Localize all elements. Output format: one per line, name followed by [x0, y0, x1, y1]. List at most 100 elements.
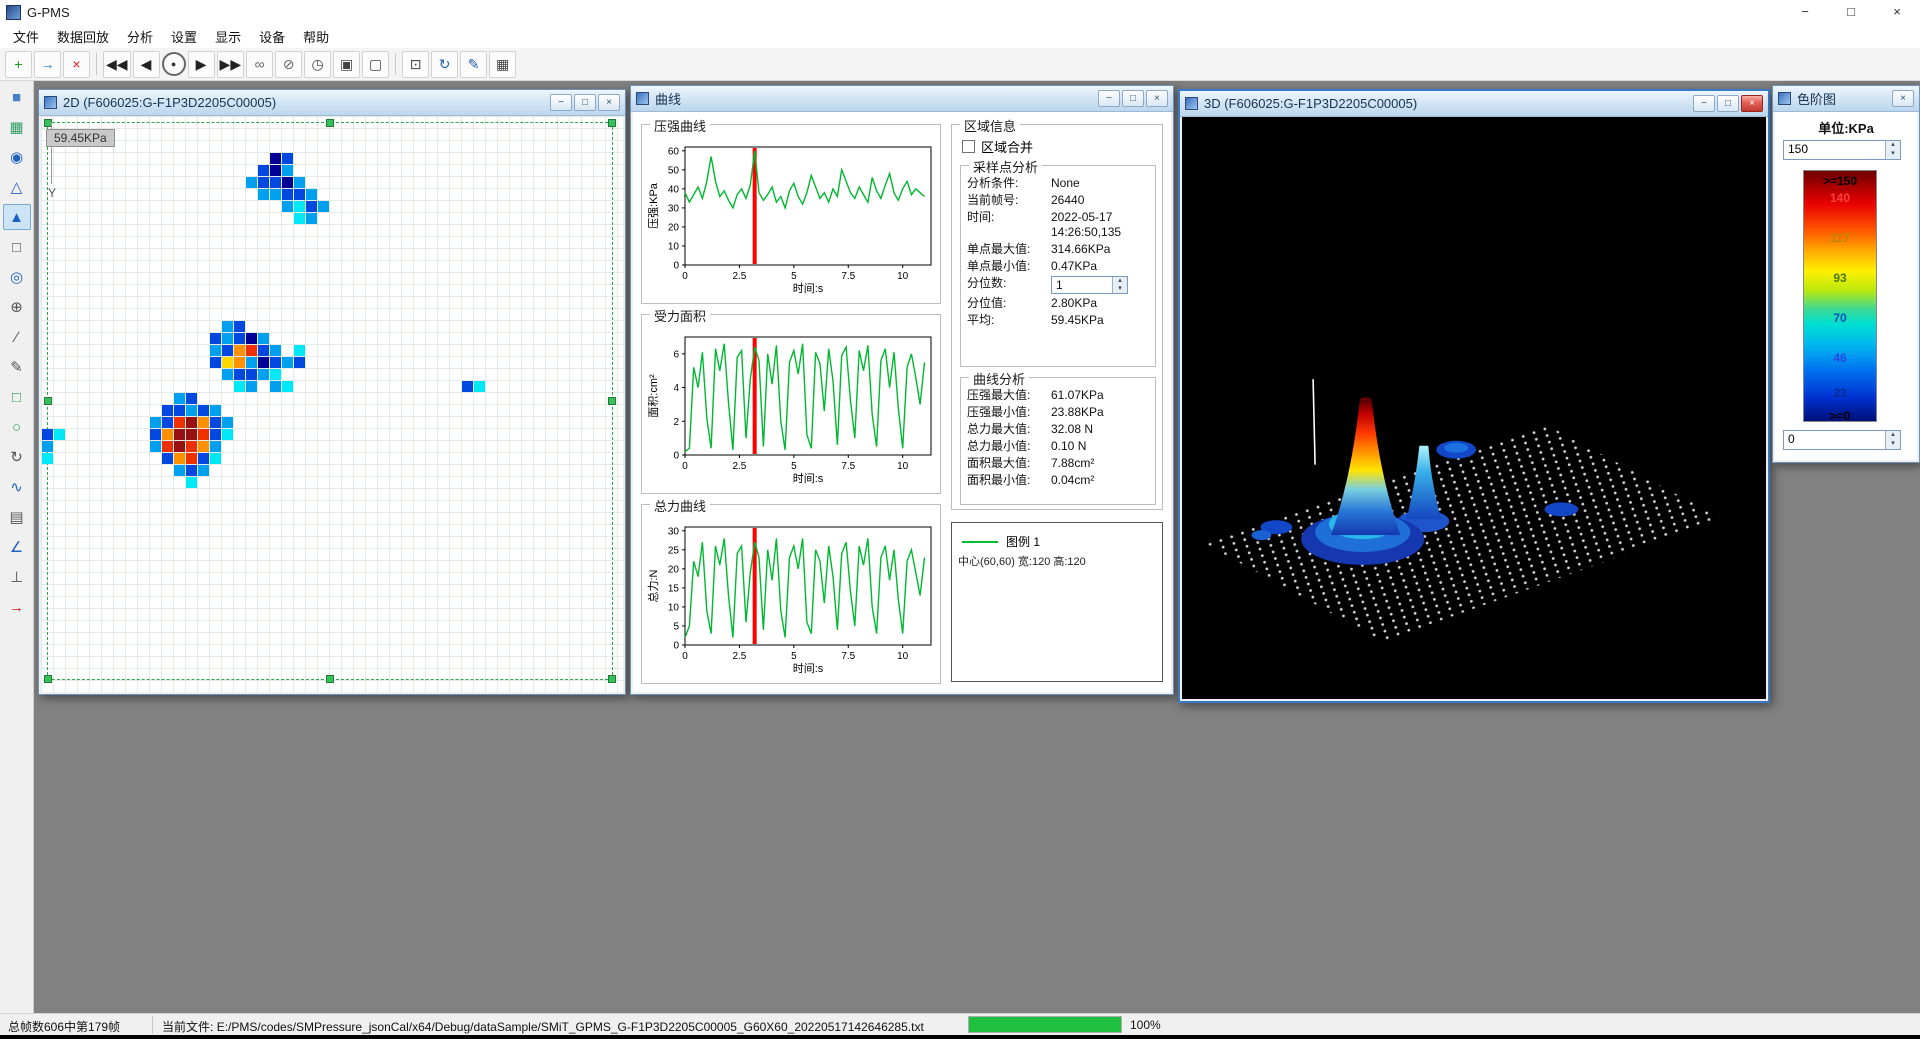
pressure-cell [174, 465, 185, 476]
window-curves-maximize-button[interactable]: □ [1122, 90, 1144, 107]
tool-axis-button[interactable]: ⊥ [3, 564, 31, 590]
window-curves-close-button[interactable]: × [1146, 90, 1168, 107]
pressure-cell [246, 381, 257, 392]
area-chart[interactable]: 024602.557.510时间:s面积:cm² [645, 331, 937, 487]
pressure-cell [186, 453, 197, 464]
tool-rotate-button[interactable]: ↻ [3, 444, 31, 470]
colorscale-max-input[interactable]: 150 ▴ ▾ [1783, 140, 1901, 160]
pressure-cell [222, 333, 233, 344]
window-3d-titlebar[interactable]: 3D (F606025:G-F1P3D2205C00005) − □ × [1180, 91, 1768, 117]
tool-rect-select-button[interactable]: □ [3, 234, 31, 260]
window-3d-close-button[interactable]: × [1741, 95, 1763, 112]
menu-item[interactable]: 帮助 [294, 24, 338, 49]
pressure-cell [42, 429, 53, 440]
tool-map-button[interactable]: ■ [3, 84, 31, 110]
colorscale-min-input[interactable]: 0 ▴ ▾ [1783, 430, 1901, 450]
window-3d-maximize-button[interactable]: □ [1717, 95, 1739, 112]
tool-cone-fill-button[interactable]: ▲ [3, 204, 31, 230]
signature-button[interactable]: ✎ [460, 51, 487, 78]
selection-handle[interactable] [608, 119, 616, 127]
menu-item[interactable]: 设备 [250, 24, 294, 49]
pressure-cell [210, 453, 221, 464]
window-2d-titlebar[interactable]: 2D (F606025:G-F1P3D2205C00005) − □ × [39, 90, 625, 116]
selection-rect[interactable] [47, 122, 613, 680]
window-curves: 曲线 − □ × 压强曲线 010203040506002.557.510时间:… [630, 85, 1174, 695]
new-file-button[interactable]: + [5, 51, 32, 78]
export-file-button[interactable]: → [34, 51, 61, 78]
snapshot-button[interactable]: ⊡ [402, 51, 429, 78]
quantile-spinner[interactable]: 1▴▾ [1051, 276, 1128, 294]
calendar-button[interactable]: ▦ [489, 51, 516, 78]
window-curves-minimize-button[interactable]: − [1098, 90, 1120, 107]
force-chart[interactable]: 05101520253002.557.510时间:s总力:N [645, 521, 937, 677]
sample-analysis-group: 采样点分析 分析条件:None当前帧号:26440时间:2022-05-17 1… [960, 165, 1156, 367]
refresh-button[interactable]: ↻ [431, 51, 458, 78]
tool-table-button[interactable]: ▤ [3, 504, 31, 530]
close-button[interactable]: × [1874, 0, 1920, 24]
window-2d-maximize-button[interactable]: □ [574, 94, 596, 111]
spin-down-icon[interactable]: ▾ [1885, 440, 1900, 449]
tool-pin-button[interactable]: ⊕ [3, 294, 31, 320]
region-info-group: 区域信息 区域合并 采样点分析 分析条件:None当前帧号:26440时间:20… [951, 124, 1163, 510]
tool-chart-button[interactable]: ∿ [3, 474, 31, 500]
tool-pen-button[interactable]: ✎ [3, 354, 31, 380]
play-button[interactable]: ▶ [188, 51, 215, 78]
window-curves-titlebar[interactable]: 曲线 − □ × [631, 86, 1173, 112]
tool-cone-button[interactable]: △ [3, 174, 31, 200]
selection-handle[interactable] [326, 119, 334, 127]
window-2d-close-button[interactable]: × [598, 94, 620, 111]
tool-ellipse-button[interactable]: ○ [3, 414, 31, 440]
tool-round-rect-button[interactable]: □ [3, 384, 31, 410]
pressure-cell [294, 345, 305, 356]
menu-item[interactable]: 文件 [4, 24, 48, 49]
tool-angle-button[interactable]: ∠ [3, 534, 31, 560]
spin-up-icon[interactable]: ▴ [1885, 431, 1900, 440]
timer-button[interactable]: ◷ [304, 51, 331, 78]
selection-handle[interactable] [44, 397, 52, 405]
window-2d-minimize-button[interactable]: − [550, 94, 572, 111]
pressure-cell [282, 381, 293, 392]
tool-grid-button[interactable]: ▦ [3, 114, 31, 140]
stop-button[interactable]: ● [162, 52, 186, 76]
svg-text:7.5: 7.5 [841, 651, 855, 662]
pressure-cell [234, 321, 245, 332]
tool-target-button[interactable]: ◉ [3, 144, 31, 170]
tool-line-button[interactable]: ∕ [3, 324, 31, 350]
merge-checkbox[interactable] [962, 140, 975, 153]
pressure-cell [306, 189, 317, 200]
link-button[interactable]: ∞ [246, 51, 273, 78]
stop-video-button[interactable]: ▢ [362, 51, 389, 78]
unlink-button[interactable]: ⊘ [275, 51, 302, 78]
skip-start-button[interactable]: ◀◀ [103, 51, 131, 78]
selection-handle[interactable] [608, 675, 616, 683]
record-video-button[interactable]: ▣ [333, 51, 360, 78]
menu-item[interactable]: 数据回放 [48, 24, 118, 49]
window-colorscale-close-button[interactable]: × [1892, 90, 1914, 107]
curves-body: 压强曲线 010203040506002.557.510时间:s压强:KPa 受… [633, 112, 1171, 692]
selection-handle[interactable] [608, 397, 616, 405]
menu-item[interactable]: 显示 [206, 24, 250, 49]
surface-3d-plot[interactable] [1182, 117, 1766, 699]
window-3d: 3D (F606025:G-F1P3D2205C00005) − □ × [1178, 89, 1770, 703]
selection-handle[interactable] [44, 675, 52, 683]
spin-down-icon[interactable]: ▾ [1885, 150, 1900, 159]
pressure-map-2d[interactable]: Y 59.45KPa [41, 116, 623, 692]
tool-circle-select-button[interactable]: ◎ [3, 264, 31, 290]
menu-item[interactable]: 分析 [118, 24, 162, 49]
tool-exit-button[interactable]: → [3, 594, 31, 620]
step-back-button[interactable]: ◀ [133, 51, 160, 78]
window-3d-minimize-button[interactable]: − [1693, 95, 1715, 112]
close-file-button[interactable]: × [63, 51, 90, 78]
pressure-cell [270, 357, 281, 368]
spin-up-icon[interactable]: ▴ [1885, 141, 1900, 150]
window-curves-icon [636, 92, 649, 105]
pressure-chart[interactable]: 010203040506002.557.510时间:s压强:KPa [645, 141, 937, 297]
pressure-cell [210, 429, 221, 440]
window-colorscale-titlebar[interactable]: 色阶图 × [1773, 86, 1919, 112]
minimize-button[interactable]: − [1782, 0, 1828, 24]
selection-handle[interactable] [326, 675, 334, 683]
fast-forward-button[interactable]: ▶▶ [217, 51, 245, 78]
menu-item[interactable]: 设置 [162, 24, 206, 49]
maximize-button[interactable]: □ [1828, 0, 1874, 24]
region-info-title: 区域信息 [960, 116, 1020, 135]
